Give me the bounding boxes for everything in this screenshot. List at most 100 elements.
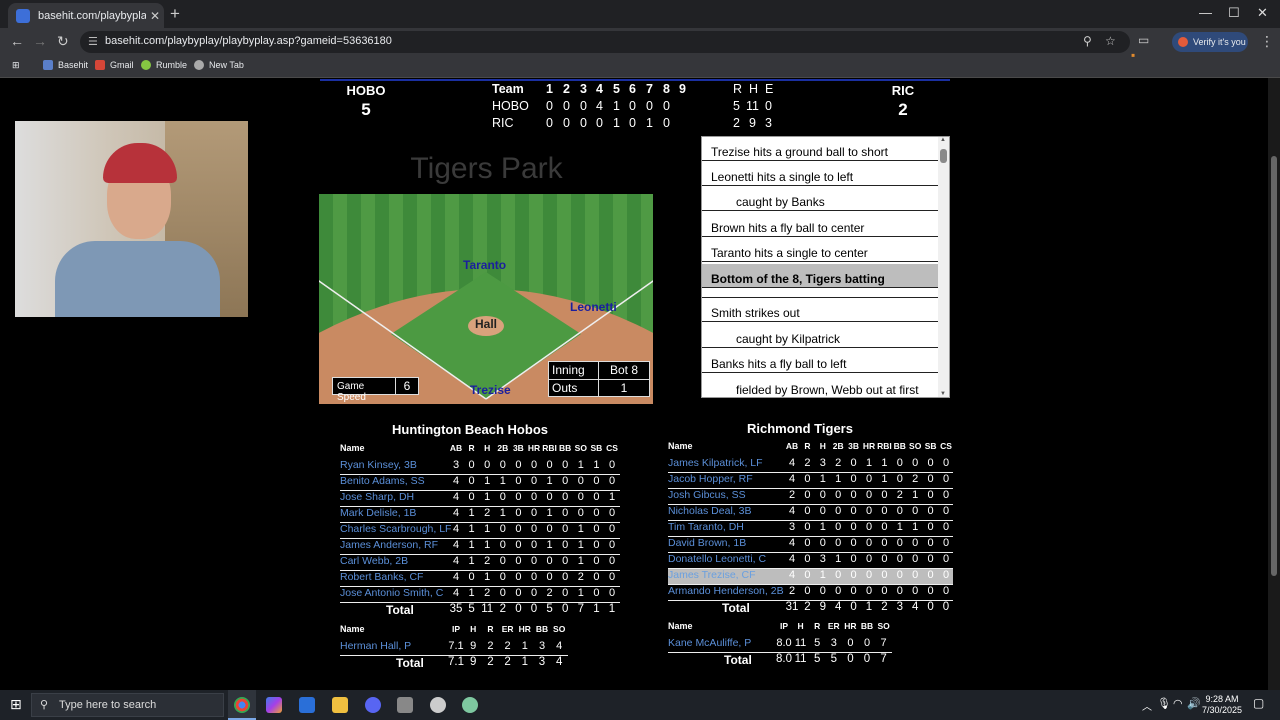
player-name-link[interactable]: Jose Antonio Smith, C — [340, 587, 443, 599]
player-name-link[interactable]: Nicholas Deal, 3B — [668, 505, 751, 517]
store-icon[interactable] — [299, 697, 315, 713]
page-scroll-thumb[interactable] — [1271, 156, 1277, 576]
player-name-link[interactable]: James Trezise, CF — [668, 569, 756, 581]
notifications-icon[interactable]: ▢ — [1253, 696, 1264, 710]
bookmark-star-icon[interactable]: ☆ — [1105, 34, 1116, 48]
pbp-item: caught by Kilpatrick — [702, 324, 940, 348]
app-icon[interactable] — [397, 697, 413, 713]
tray-chevron-icon[interactable]: ︿ — [1142, 698, 1152, 713]
player-name-link[interactable]: Carl Webb, 2B — [340, 555, 408, 567]
url-text[interactable]: basehit.com/playbyplay/playbyplay.asp?ga… — [105, 35, 392, 47]
player-name-link[interactable]: James Anderson, RF — [340, 539, 438, 551]
player-name-link[interactable]: Ryan Kinsey, 3B — [340, 459, 417, 471]
pbp-scroll-thumb[interactable] — [940, 149, 947, 163]
player-name-link[interactable]: Charles Scarbrough, LF — [340, 523, 451, 535]
volume-icon[interactable]: 🔊 — [1187, 697, 1201, 710]
forward-icon[interactable]: → — [33, 33, 47, 49]
reload-icon[interactable]: ↻ — [57, 33, 69, 50]
total-cell: 1 — [865, 601, 873, 613]
stat-cell: 2 — [804, 457, 811, 469]
stat-cell: 0 — [835, 537, 842, 549]
verify-button[interactable]: Verify it's you — [1172, 32, 1248, 52]
stat-cell: 0 — [865, 553, 873, 565]
stat-cell: 0 — [804, 569, 811, 581]
player-name-link[interactable]: James Kilpatrick, LF — [668, 457, 763, 469]
pitcher-name-link[interactable]: Herman Hall, P — [340, 640, 411, 652]
apps-icon[interactable]: ⊞ — [12, 60, 20, 71]
stat-cell: 0 — [847, 637, 854, 649]
stat-cell: 1 — [484, 475, 491, 487]
stat-cell: 3 — [819, 553, 826, 565]
stat-cell: 0 — [499, 459, 506, 471]
minimize-icon[interactable]: — — [1199, 5, 1212, 20]
stat-cell: 0 — [515, 555, 522, 567]
app-icon[interactable] — [430, 697, 446, 713]
cast-icon[interactable]: ▭ — [1138, 33, 1149, 47]
player-name-link[interactable]: David Brown, 1B — [668, 537, 746, 549]
scroll-up-icon[interactable]: ▲ — [940, 137, 946, 143]
close-window-icon[interactable]: ✕ — [1257, 5, 1268, 21]
game-speed-value[interactable]: 6 — [396, 378, 418, 394]
stat-cell: 0 — [593, 587, 600, 599]
bookmark-rumble[interactable]: Rumble — [141, 60, 187, 70]
player-name-link[interactable]: Armando Henderson, 2B — [668, 585, 784, 597]
zoom-icon[interactable]: ⚲ — [1083, 34, 1092, 48]
discord-icon[interactable] — [365, 697, 381, 713]
player-name-link[interactable]: Jose Sharp, DH — [340, 491, 414, 503]
back-icon[interactable]: ← — [10, 33, 24, 49]
col-header: CS — [940, 441, 952, 451]
bookmark-new-tab[interactable]: New Tab — [194, 60, 244, 70]
windows-start-icon[interactable]: ⊞ — [10, 696, 22, 713]
taskbar-clock[interactable]: 9:28 AM 7/30/2025 — [1200, 694, 1244, 716]
close-tab-icon[interactable]: ✕ — [146, 9, 164, 23]
stat-cell: 0 — [881, 585, 888, 597]
stat-cell: 2 — [484, 507, 491, 519]
game-speed-label: Game Speed — [333, 378, 396, 403]
menu-icon[interactable]: ⋮ — [1260, 33, 1274, 50]
stat-cell: 0 — [927, 473, 934, 485]
stat-cell: 0 — [468, 491, 475, 503]
microphone-icon[interactable]: 🎙 — [1157, 697, 1171, 710]
pbp-scrollbar[interactable]: ▲ ▼ — [938, 137, 949, 397]
copilot-icon[interactable] — [266, 697, 282, 713]
player-name-link[interactable]: Jacob Hopper, RF — [668, 473, 753, 485]
player-name-link[interactable]: Benito Adams, SS — [340, 475, 425, 487]
play-by-play-list[interactable]: Trezise hits a ground ball to short Leon… — [701, 136, 950, 398]
table-row: David Brown, 1B 4 0 0 0 0 0 0 0 0 0 0 — [668, 537, 954, 553]
bookmark-gmail[interactable]: Gmail — [95, 60, 134, 70]
pitcher-name-link[interactable]: Kane McAuliffe, P — [668, 637, 751, 649]
browser-tab[interactable]: basehit.com/playbyplay/playby ✕ — [8, 3, 164, 28]
chrome-icon[interactable] — [234, 697, 250, 713]
player-name-link[interactable]: Josh Gibcus, SS — [668, 489, 746, 501]
pbp-item: Banks hits a fly ball to left — [702, 349, 940, 373]
player-name-link[interactable]: Tim Taranto, DH — [668, 521, 744, 533]
wifi-icon[interactable]: ◠ — [1173, 697, 1183, 710]
pitching-header-row: Name IP H R ER HR BB SO — [340, 624, 570, 640]
player-name-link[interactable]: Mark Delisle, 1B — [340, 507, 416, 519]
app-icon[interactable] — [462, 697, 478, 713]
stat-cell: 0 — [927, 521, 934, 533]
site-info-icon[interactable]: ☰ — [88, 35, 98, 48]
player-name-link[interactable]: Robert Banks, CF — [340, 571, 423, 583]
maximize-icon[interactable]: ☐ — [1228, 5, 1240, 21]
taskbar-search[interactable]: ⚲ Type here to search — [31, 693, 224, 717]
total-cell: 2 — [504, 656, 511, 668]
player-name-link[interactable]: Donatello Leonetti, C — [668, 553, 766, 565]
stat-cell: 0 — [577, 491, 584, 503]
scroll-down-icon[interactable]: ▼ — [940, 391, 946, 397]
stat-cell: 3 — [452, 459, 460, 471]
stat-cell: 2 — [484, 587, 491, 599]
address-bar[interactable]: ☰ basehit.com/playbyplay/playbyplay.asp?… — [80, 31, 1130, 53]
stat-cell: 4 — [452, 475, 460, 487]
page-scrollbar[interactable] — [1268, 78, 1280, 690]
stat-cell: 0 — [804, 537, 811, 549]
stat-cell: 0 — [927, 457, 934, 469]
file-explorer-icon[interactable] — [332, 697, 348, 713]
bookmark-basehit[interactable]: Basehit — [43, 60, 88, 70]
game-speed-control[interactable]: Game Speed 6 — [332, 377, 419, 403]
new-tab-icon[interactable]: + — [170, 4, 180, 24]
stat-cell: 0 — [499, 571, 506, 583]
stat-cell: 2 — [896, 489, 903, 501]
stat-cell: 0 — [577, 475, 584, 487]
stat-cell: 0 — [804, 521, 811, 533]
